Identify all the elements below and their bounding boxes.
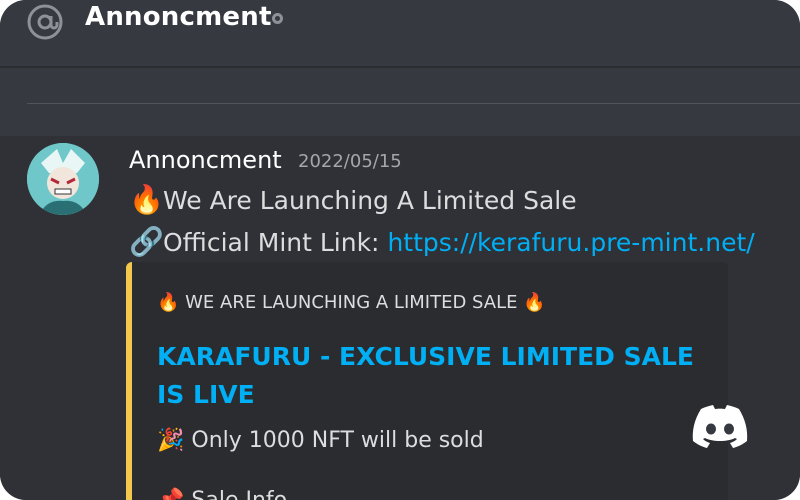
fire-icon: 🔥 xyxy=(129,183,164,216)
divider-area xyxy=(0,68,800,136)
embed-header-text: 🔥 WE ARE LAUNCHING A LIMITED SALE 🔥 xyxy=(157,292,546,313)
message-author[interactable]: Annoncment xyxy=(129,146,282,174)
message-line-1: 🔥We Are Launching A Limited Sale xyxy=(129,183,577,216)
message-line-2: 🔗Official Mint Link: https://kerafuru.pr… xyxy=(129,225,755,258)
divider-line xyxy=(27,103,800,104)
channel-title: Annoncment xyxy=(85,2,272,32)
avatar-image xyxy=(27,143,99,215)
discord-window: Annoncment Annoncment 2022/05/15 🔥We Are… xyxy=(0,0,800,500)
discord-logo-icon xyxy=(692,405,748,448)
message-timestamp: 2022/05/15 xyxy=(298,151,402,172)
status-dot-icon xyxy=(272,13,283,24)
at-icon xyxy=(27,4,63,40)
embed-description: 🎉 Only 1000 NFT will be sold xyxy=(157,428,484,453)
embed-description-partial: 📌 Sale Info xyxy=(157,488,287,500)
link-icon: 🔗 xyxy=(129,225,164,258)
avatar[interactable] xyxy=(27,143,99,215)
message-line-2-text: Official Mint Link: xyxy=(163,228,388,257)
embed-title[interactable]: KARAFURU - EXCLUSIVE LIMITED SALE IS LIV… xyxy=(157,338,697,414)
message-line-1-text: We Are Launching A Limited Sale xyxy=(163,186,577,215)
channel-header: Annoncment xyxy=(0,0,800,68)
mint-link[interactable]: https://kerafuru.pre-mint.net/ xyxy=(387,228,754,257)
